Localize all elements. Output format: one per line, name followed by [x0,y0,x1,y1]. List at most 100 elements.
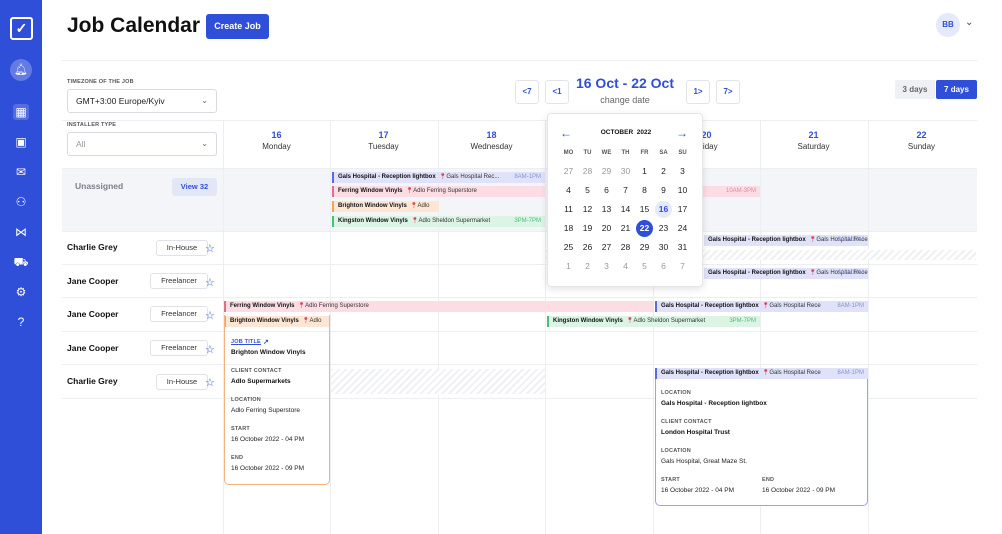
create-job-button[interactable]: Create Job [206,14,269,39]
calendar-day[interactable]: 27 [560,163,577,180]
job-title-link[interactable]: JOB TITLE [231,339,261,345]
day-header[interactable]: 16 Monday [223,130,330,151]
favorite-star-icon[interactable]: ☆ [205,242,215,255]
calendar-day[interactable]: 27 [598,239,615,256]
job-event[interactable]: Gals Hospital - Reception lightbox 📍︎Gals… [655,301,868,312]
chevron-down-icon[interactable]: ⌄ [965,17,973,28]
favorite-star-icon[interactable]: ☆ [205,343,215,356]
favorite-star-icon[interactable]: ☆ [205,376,215,389]
calendar-day[interactable]: 1 [636,163,653,180]
calendar-day[interactable]: 2 [655,163,672,180]
favorite-star-icon[interactable]: ☆ [205,276,215,289]
calendar-day[interactable]: 19 [579,220,596,237]
calendar-day[interactable]: 23 [655,220,672,237]
notification-bell-icon[interactable]: 🔔︎ [10,59,32,81]
app-logo-icon[interactable]: ✓ [10,17,33,40]
next-7-days-button[interactable]: 7> [716,80,740,104]
calendar-day[interactable]: 29 [636,239,653,256]
avatar[interactable]: BB [936,13,960,37]
arrow-right-icon[interactable]: → [676,126,688,140]
calendar-day[interactable]: 28 [617,239,634,256]
calendar-day[interactable]: 18 [560,220,577,237]
calendar-day[interactable]: 22 [636,220,653,237]
calendar-nav-icon[interactable]: ▦ [13,104,29,120]
calendar-day[interactable]: 2 [579,258,596,275]
change-date-link[interactable]: change date [570,95,680,105]
calendar-day[interactable]: 8 [636,182,653,199]
job-detail-card[interactable]: LOCATION Gals Hospital - Reception light… [655,379,868,506]
calendar-day[interactable]: 3 [674,163,691,180]
date-picker[interactable]: ← OCTOBER 2022 → MO TU WE TH FR SA SU 27 28 29 30 1… [547,113,703,287]
calendar-day[interactable]: 1 [560,258,577,275]
calendar-day[interactable]: 31 [674,239,691,256]
calendar-day[interactable]: 4 [617,258,634,275]
job-event[interactable]: 10AM-3PM [702,186,760,197]
calendar-day[interactable]: 24 [674,220,691,237]
orders-nav-icon[interactable]: ⛟ [13,254,29,270]
installer-name: Charlie Grey [67,376,118,386]
help-icon[interactable]: ? [13,314,29,330]
next-1-day-button[interactable]: 1> [686,80,710,104]
calendar-day[interactable]: 4 [560,182,577,199]
event-title: Gals Hospital - Reception lightbox [661,370,759,376]
installer-type-select[interactable]: All ⌄ [67,132,217,156]
date-range[interactable]: 16 Oct - 22 Oct [570,75,680,91]
calendar-day[interactable]: 17 [674,201,691,218]
calendar-day[interactable]: 20 [598,220,615,237]
prev-1-day-button[interactable]: <1 [545,80,569,104]
settings-gear-icon[interactable]: ⚙ [13,284,29,300]
job-event[interactable]: Ferring Window Vinyls 📍︎Adlo Ferring Supe… [224,301,654,312]
view-unassigned-button[interactable]: View 32 [172,178,217,196]
favorite-star-icon[interactable]: ☆ [205,309,215,322]
calendar-day[interactable]: 15 [636,201,653,218]
job-event[interactable]: Gals Hospital - Reception lightbox 📍︎Gals… [704,235,868,246]
calendar-day[interactable]: 14 [617,201,634,218]
calendar-day[interactable]: 12 [579,201,596,218]
calendar-day[interactable]: 6 [655,258,672,275]
calendar-day[interactable]: 28 [579,163,596,180]
prev-7-days-button[interactable]: <7 [515,80,539,104]
calendar-day[interactable]: 6 [598,182,615,199]
installer-type-placeholder: All [76,139,86,149]
job-event[interactable]: Kingston Window Vinyls 📍︎Adlo Sheldon Sup… [547,316,760,327]
job-event[interactable]: Gals Hospital - Reception lightbox 📍︎Gals… [655,368,868,379]
calendar-day[interactable]: 16 [655,201,672,218]
day-header[interactable]: 22 Sunday [868,130,975,151]
view-3-days-button[interactable]: 3 days [895,80,935,99]
view-7-days-button[interactable]: 7 days [936,80,977,99]
messages-nav-icon[interactable]: ✉ [13,164,29,180]
calendar-day[interactable]: 25 [560,239,577,256]
calendar-day[interactable]: 13 [598,201,615,218]
weekday-label: FR [640,150,649,156]
job-detail-card[interactable]: JOB TITLE ↗ Brighton Window Vinyls CLIEN… [224,315,330,485]
calendar-day[interactable]: 9 [655,182,672,199]
day-header[interactable]: 21 Saturday [760,130,867,151]
job-event[interactable]: Gals Hospital - Reception lightbox 📍︎Gals… [332,172,545,183]
installer-type-badge: Freelancer [150,340,208,356]
calendar-day[interactable]: 3 [598,258,615,275]
calendar-day[interactable]: 29 [598,163,615,180]
calendar-day[interactable]: 11 [560,201,577,218]
event-title: Gals Hospital - Reception lightbox [708,270,806,276]
calendar-day[interactable]: 30 [617,163,634,180]
team-nav-icon[interactable]: ⚇ [13,194,29,210]
integrations-nav-icon[interactable]: ⋈ [13,224,29,240]
calendar-day[interactable]: 7 [617,182,634,199]
day-header[interactable]: 18 Wednesday [438,130,545,151]
calendar-day[interactable]: 5 [579,182,596,199]
calendar-day[interactable]: 5 [636,258,653,275]
jobs-nav-icon[interactable]: ▣ [13,134,29,150]
job-event[interactable]: Ferring Window Vinyls 📍︎Adlo Ferring Supe… [332,186,545,197]
job-event[interactable]: Gals Hospital - Reception lightbox 📍︎Gals… [704,268,868,279]
job-event[interactable]: Kingston Window Vinyls 📍︎Adlo Sheldon Sup… [332,216,545,227]
timezone-select[interactable]: GMT+3:00 Europe/Kyiv ⌄ [67,89,217,113]
calendar-day[interactable]: 10 [674,182,691,199]
calendar-day[interactable]: 26 [579,239,596,256]
external-link-icon[interactable]: ↗ [263,338,269,346]
calendar-day[interactable]: 21 [617,220,634,237]
calendar-day[interactable]: 30 [655,239,672,256]
job-event[interactable]: Brighton Window Vinyls 📍︎Adlo [332,201,439,212]
grid-line [62,364,977,365]
calendar-day[interactable]: 7 [674,258,691,275]
day-header[interactable]: 17 Tuesday [330,130,437,151]
